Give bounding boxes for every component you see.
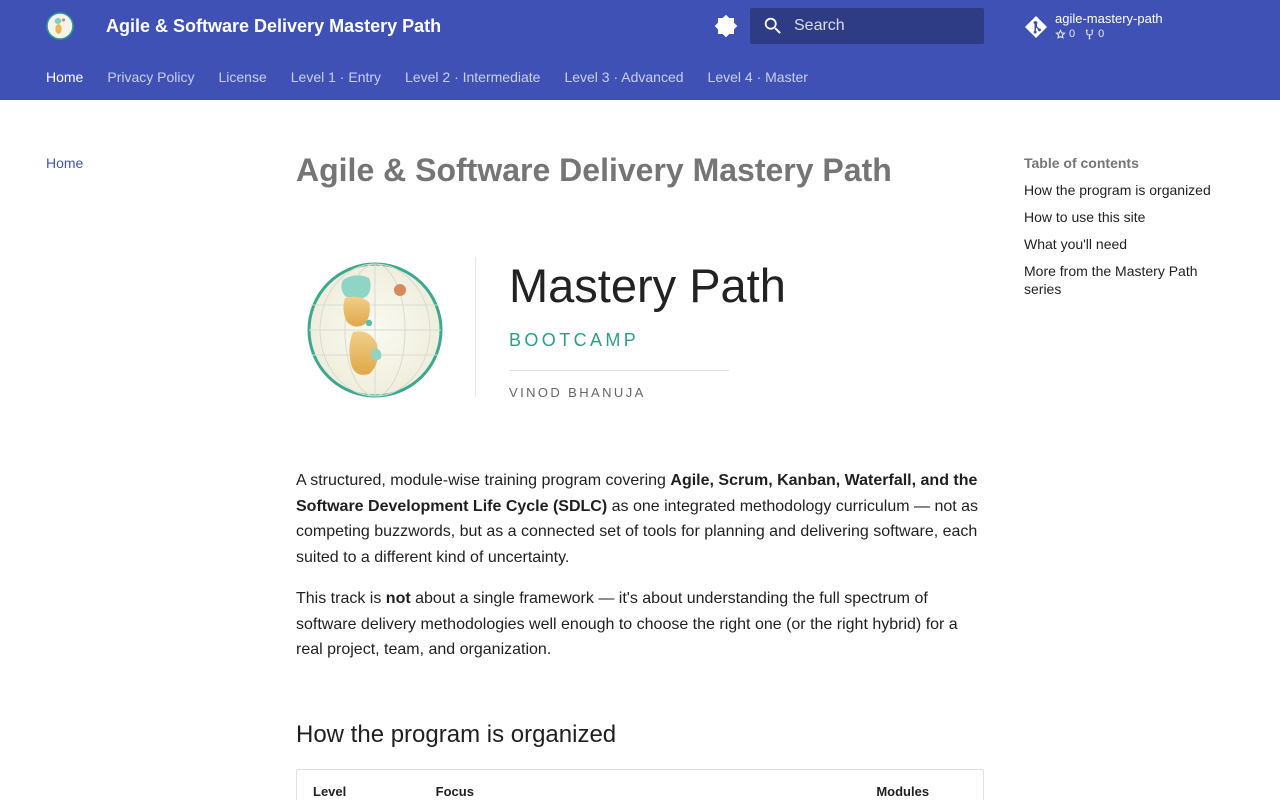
section-heading-program-organized: How the program is organized	[296, 720, 617, 748]
banner-title: Mastery Path	[509, 259, 786, 312]
search-icon	[764, 17, 781, 34]
levels-table: Level Focus Modules	[296, 768, 984, 800]
sidebar-nav: Home	[46, 154, 83, 173]
table-of-contents: Table of contents How the program is org…	[1024, 154, 1224, 307]
fork-icon	[1085, 29, 1094, 40]
tab-privacy-policy[interactable]: Privacy Policy	[107, 68, 194, 86]
repo-name: agile-mastery-path	[1055, 11, 1163, 26]
mastery-path-banner: Mastery Path BOOTCAMP VINOD BHANUJA	[296, 257, 984, 405]
toc-item-more-series[interactable]: More from the Mastery Path series	[1024, 262, 1224, 298]
git-icon	[1025, 16, 1047, 38]
banner-divider	[475, 257, 476, 397]
site-title[interactable]: Agile & Software Delivery Mastery Path	[106, 15, 441, 37]
toc-list: How the program is organized How to use …	[1024, 181, 1224, 298]
toc-item-program-organized[interactable]: How the program is organized	[1024, 181, 1224, 199]
toc-title: Table of contents	[1024, 155, 1139, 171]
repo-stars: 0	[1055, 28, 1075, 41]
repo-link[interactable]: agile-mastery-path 0 0	[1024, 10, 1224, 44]
intro-text-start: A structured, module-wise training progr…	[296, 472, 671, 489]
tab-license[interactable]: License	[219, 68, 267, 86]
scope-text-start: This track is	[296, 590, 386, 607]
search-input[interactable]	[794, 8, 978, 44]
top-tabs: Home Privacy Policy License Level 1 · En…	[46, 68, 808, 86]
table-header-row: Level Focus Modules	[297, 770, 983, 800]
tab-level-2[interactable]: Level 2 · Intermediate	[405, 68, 540, 86]
sidebar-item-home[interactable]: Home	[46, 155, 83, 171]
repo-facts: 0 0	[1055, 28, 1104, 41]
toc-item-what-youll-need[interactable]: What you'll need	[1024, 235, 1224, 253]
page-title: Agile & Software Delivery Mastery Path	[296, 152, 892, 188]
main-content: Agile & Software Delivery Mastery Path M…	[296, 148, 984, 800]
toc-item-how-to-use[interactable]: How to use this site	[1024, 208, 1224, 226]
tab-level-1[interactable]: Level 1 · Entry	[291, 68, 381, 86]
repo-forks-count: 0	[1098, 28, 1105, 40]
site-header: Agile & Software Delivery Mastery Path a…	[0, 0, 1280, 100]
tab-home[interactable]: Home	[46, 68, 83, 86]
scope-text-bold: not	[385, 590, 411, 607]
column-header-level: Level	[313, 784, 347, 799]
scope-paragraph: This track is not about a single framewo…	[296, 586, 984, 663]
banner-author: VINOD BHANUJA	[509, 385, 646, 400]
intro-paragraph: A structured, module-wise training progr…	[296, 468, 984, 570]
repo-stars-count: 0	[1069, 28, 1076, 40]
globe-logo	[307, 262, 443, 398]
tab-level-3[interactable]: Level 3 · Advanced	[564, 68, 683, 86]
brightness-icon[interactable]	[714, 14, 738, 38]
banner-subtitle: BOOTCAMP	[509, 330, 640, 350]
search-box[interactable]	[750, 8, 984, 44]
tab-level-4[interactable]: Level 4 · Master	[708, 68, 808, 86]
site-logo[interactable]	[46, 12, 74, 40]
repo-forks: 0	[1084, 28, 1104, 41]
banner-rule	[509, 370, 729, 371]
star-icon	[1055, 29, 1066, 39]
column-header-modules: Modules	[876, 784, 930, 799]
column-header-focus: Focus	[435, 784, 474, 799]
